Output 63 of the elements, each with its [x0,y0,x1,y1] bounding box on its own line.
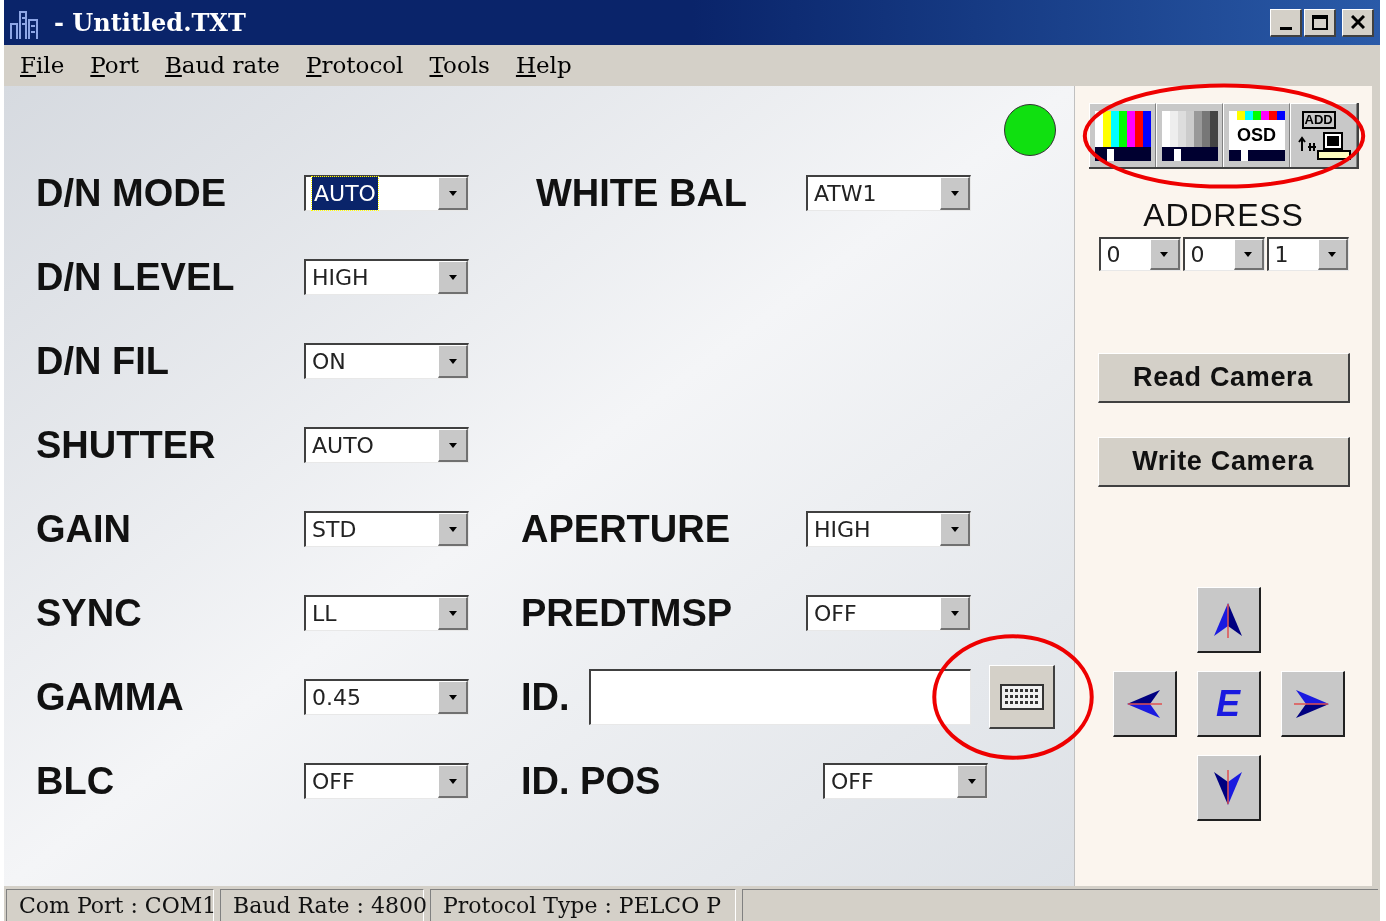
osd-icon: OSD [1228,110,1285,161]
window-title: - Untitled.TXT [54,6,246,39]
dropdown[interactable]: 0.45 [304,679,469,715]
dropdown[interactable]: AUTO [304,175,469,211]
close-button[interactable] [1342,8,1374,37]
dropdown[interactable]: AUTO [304,427,469,463]
dropdown[interactable]: STD [304,511,469,547]
dropdown[interactable]: ON [304,343,469,379]
dropdown[interactable]: 1 [1266,237,1349,271]
right-button[interactable] [1280,671,1345,737]
field-label: ID. POS [521,758,662,804]
status-text: Com Port : COM1 [6,889,214,921]
field-label: APERTURE [521,506,732,552]
maximize-icon [1311,14,1328,30]
field-label: BLC [36,758,116,804]
field-label: D/N FIL [36,338,170,384]
field-label: GAMMA [36,674,185,720]
computer-drawing [1295,130,1352,161]
field-label: D/N LEVEL [36,254,236,300]
toolbar-button[interactable] [1156,103,1223,167]
dropdown[interactable]: ATW1 [806,175,971,211]
keyboard-button[interactable] [989,665,1055,729]
shade-bars-icon [1161,110,1218,161]
field-label: SHUTTER [36,422,217,468]
toolbar-button[interactable]: OSD [1223,103,1290,167]
field-label: ID. [521,674,571,720]
field-label: SYNC [36,590,143,636]
field-label: PREDTMSP [521,590,734,636]
menu-item[interactable]: Protocol [305,48,404,83]
menu-item[interactable]: File [20,48,65,83]
maximize-button[interactable] [1304,8,1336,37]
dropdown[interactable]: OFF [304,763,469,799]
close-icon [1350,15,1365,29]
camera-button[interactable]: Write Camera [1097,437,1350,487]
up-button[interactable] [1196,587,1261,653]
menu-item[interactable]: Baud rate [164,48,280,83]
dropdown[interactable]: OFF [823,763,988,799]
status-text: Protocol Type : PELCO P [430,889,736,921]
camera-button[interactable]: Read Camera [1097,353,1350,403]
dropdown[interactable]: 0 [1182,237,1265,271]
field-label: WHITE BAL [535,170,749,216]
id-input-field[interactable] [589,669,971,725]
down-button[interactable] [1196,755,1261,821]
left-button[interactable] [1112,671,1177,737]
toolbar-button[interactable] [1089,103,1156,167]
menu-item[interactable]: Tools [429,48,490,83]
dropdown[interactable]: OFF [806,595,971,631]
status-text: Baud Rate : 4800 [220,889,424,921]
color-bars-icon [1094,110,1151,161]
minimize-icon [1279,26,1292,30]
keyboard-icon [999,683,1044,710]
toolbar-button[interactable]: ADD [1290,103,1357,167]
dropdown[interactable]: HIGH [304,259,469,295]
dropdown[interactable]: 0 [1098,237,1181,271]
field-label: GAIN [36,506,132,552]
menu-item[interactable]: Port [90,48,139,83]
dropdown[interactable]: HIGH [806,511,971,547]
minimize-button[interactable] [1270,8,1302,37]
address-label: ADDRESS [1143,199,1304,231]
enter-button[interactable]: E [1196,671,1261,737]
menu-item[interactable]: Help [515,48,572,83]
field-label: D/N MODE [36,170,227,216]
dropdown[interactable]: LL [304,595,469,631]
